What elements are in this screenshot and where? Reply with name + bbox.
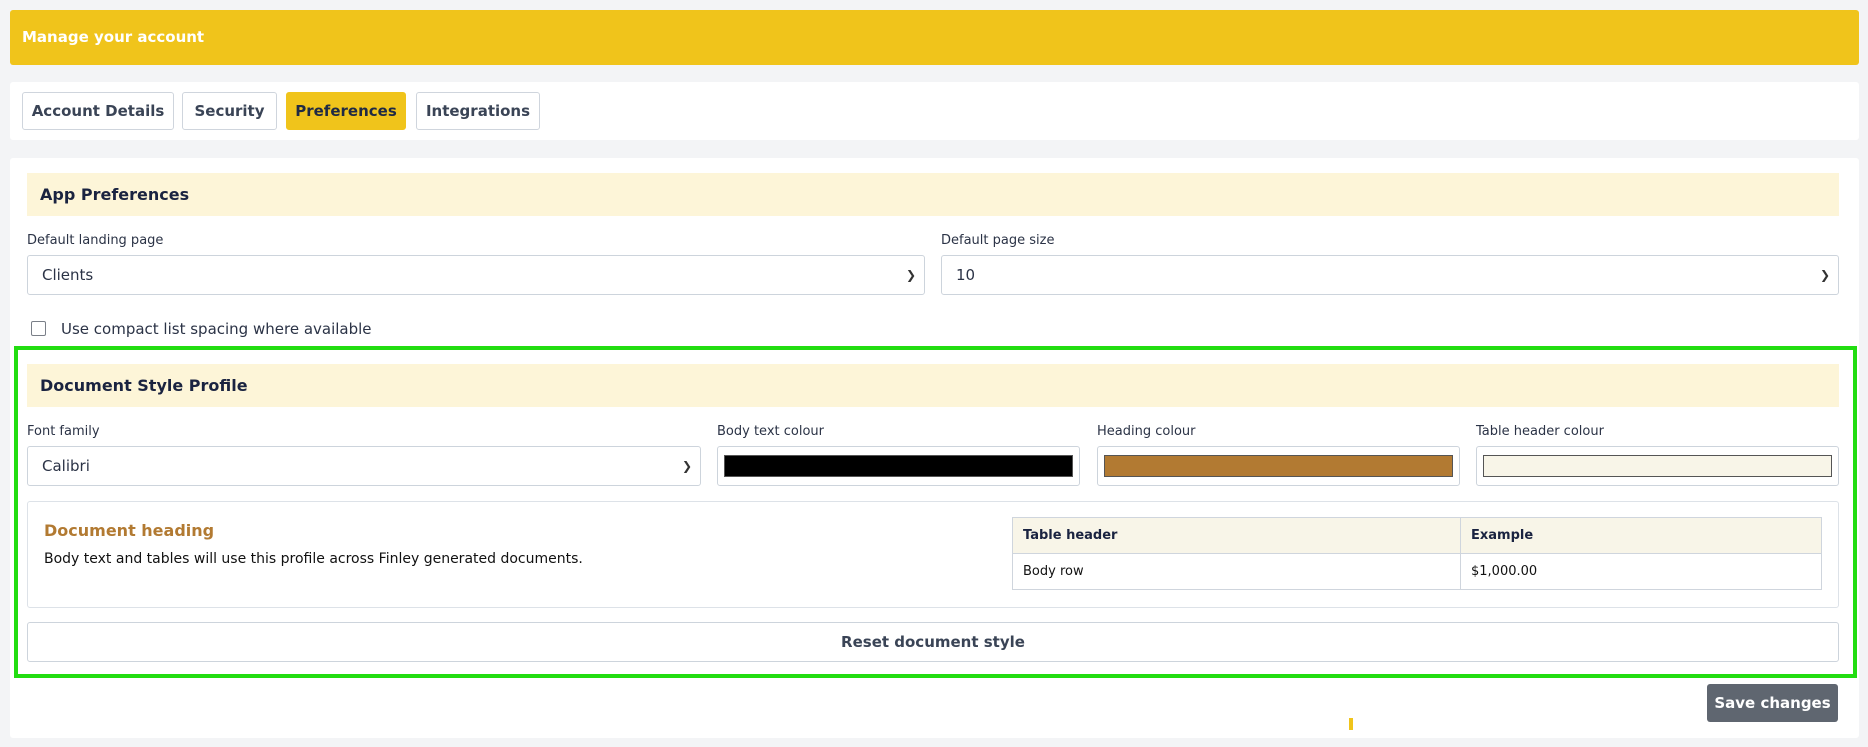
page-size-select[interactable]: 10 ❯ [941,255,1839,295]
page-header: Manage your account [10,10,1859,65]
tab-account-details[interactable]: Account Details [22,92,174,130]
landing-page-value: Clients [42,266,94,284]
tab-security[interactable]: Security [182,92,277,130]
table-header-cell: Example [1460,517,1822,554]
preview-heading: Document heading [44,521,215,540]
chevron-down-icon: ❯ [1819,268,1830,282]
table-cell: $1,000.00 [1460,553,1822,590]
heading-colour-label: Heading colour [1097,424,1196,439]
table-header-colour-picker[interactable] [1476,446,1839,486]
document-style-heading: Document Style Profile [27,364,1839,407]
preview-body-text: Body text and tables will use this profi… [44,551,583,567]
page-size-label: Default page size [941,233,1055,248]
table-row: Body row $1,000.00 [1012,553,1822,590]
table-header-cell: Table header [1012,517,1461,554]
tabs-bar: Account Details Security Preferences Int… [10,82,1859,140]
tab-preferences[interactable]: Preferences [286,92,406,130]
preview-table: Table header Example Body row $1,000.00 [1012,517,1822,590]
chevron-down-icon: ❯ [905,268,916,282]
body-colour-label: Body text colour [717,424,824,439]
compact-spacing-label: Use compact list spacing where available [61,320,372,338]
document-preview: Document heading Body text and tables wi… [27,501,1839,608]
table-header-colour-label: Table header colour [1476,424,1604,439]
table-cell: Body row [1012,553,1461,590]
save-changes-button[interactable]: Save changes [1707,684,1838,722]
page-size-value: 10 [956,266,976,284]
compact-spacing-checkbox[interactable] [31,321,46,336]
font-family-select[interactable]: Calibri ❯ [27,446,701,486]
landing-page-label: Default landing page [27,233,164,248]
tab-integrations[interactable]: Integrations [416,92,540,130]
loading-indicator [1349,718,1353,730]
reset-document-style-button[interactable]: Reset document style [27,622,1839,662]
landing-page-select[interactable]: Clients ❯ [27,255,925,295]
table-header-colour-swatch [1483,455,1832,477]
font-family-value: Calibri [42,457,90,475]
table-header-row: Table header Example [1012,517,1822,554]
font-family-label: Font family [27,424,100,439]
header-title: Manage your account [22,28,205,46]
chevron-down-icon: ❯ [681,459,692,473]
body-colour-swatch [724,455,1073,477]
app-preferences-heading: App Preferences [27,173,1839,216]
heading-colour-swatch [1104,455,1453,477]
heading-colour-picker[interactable] [1097,446,1460,486]
body-colour-picker[interactable] [717,446,1080,486]
